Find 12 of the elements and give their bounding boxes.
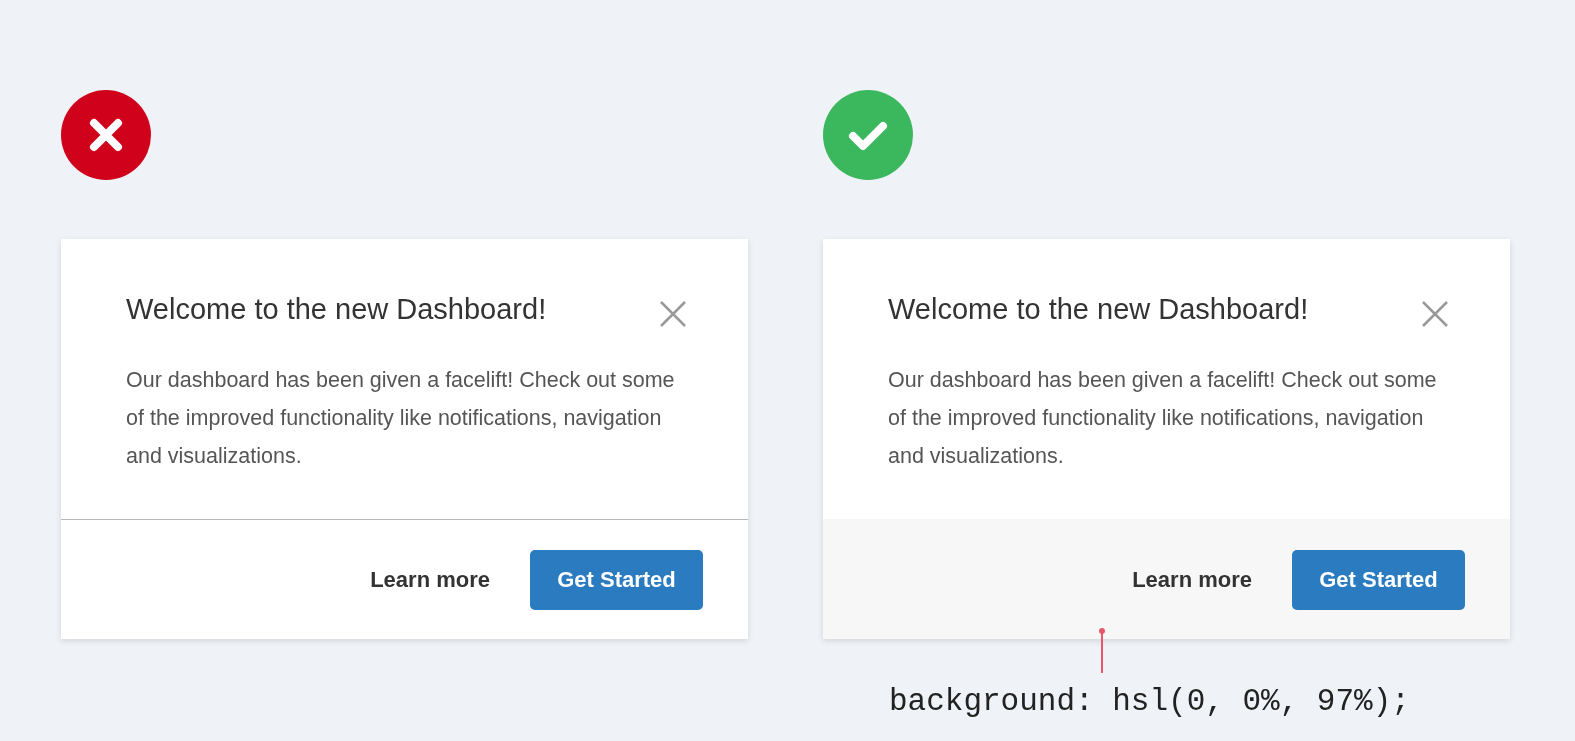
dialog-title: Welcome to the new Dashboard! [888,292,1309,327]
learn-more-button[interactable]: Learn more [1132,563,1252,596]
close-icon[interactable] [1422,301,1448,327]
dialog-body: Our dashboard has been given a facelift! Check out some of the improved functionality like notifications, navigation and visualizations. [888,367,1438,470]
dialog-title: Welcome to the new Dashboard! [126,292,547,327]
leader-line [1098,627,1106,673]
learn-more-button[interactable]: Learn more [370,563,490,596]
close-icon[interactable] [660,301,686,327]
get-started-button[interactable]: Get Started [530,549,703,610]
code-annotation: background: hsl(0, 0%, 97%); [889,683,1411,721]
dialog-body: Our dashboard has been given a facelift! Check out some of the improved functionality like notifications, navigation and visualizations. [126,367,676,470]
get-started-button[interactable]: Get Started [1292,549,1465,610]
